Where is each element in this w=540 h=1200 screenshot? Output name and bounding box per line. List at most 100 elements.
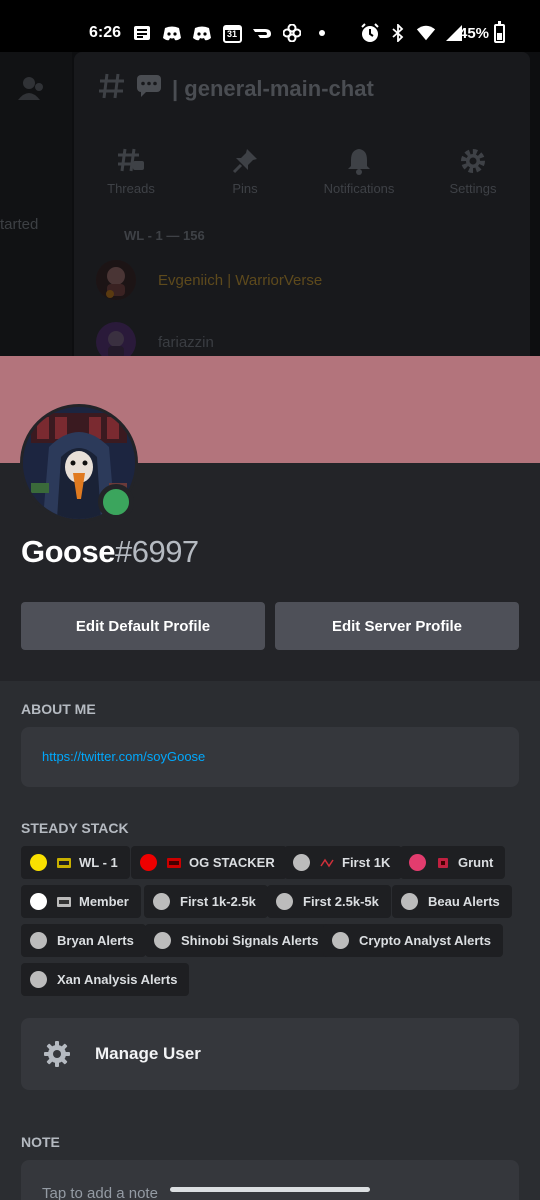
- role-color-dot: [409, 854, 426, 871]
- clock: 6:26: [89, 24, 122, 41]
- role-color-dot: [332, 932, 349, 949]
- role-color-dot: [276, 893, 293, 910]
- background-member-name: fariazzin: [158, 333, 214, 351]
- role-color-dot: [140, 854, 157, 871]
- avatar: [96, 322, 136, 356]
- role-name: Member: [79, 894, 129, 909]
- background-action-label: Notifications: [323, 181, 395, 196]
- calendar-day: 31: [226, 29, 237, 39]
- role-pill[interactable]: Xan Analysis Alerts: [21, 963, 190, 996]
- about-me-title: ABOUT ME: [21, 701, 96, 717]
- background-member-name: Evgeniich | WarriorVerse: [158, 271, 323, 289]
- bluetooth-icon: [388, 23, 408, 43]
- about-me-box: https://twitter.com/soyGoose: [21, 727, 519, 787]
- pin-icon: [231, 147, 259, 175]
- friends-icon: [17, 74, 45, 102]
- battery-icon: [494, 21, 505, 43]
- background-channel-header: | general-main-chat: [98, 72, 374, 105]
- background-left-text: tarted: [0, 216, 39, 233]
- background-action-label: Settings: [449, 181, 497, 196]
- og-badge-icon: [167, 857, 181, 868]
- role-name: WL - 1: [79, 855, 118, 870]
- role-color-dot: [30, 932, 47, 949]
- role-pill[interactable]: Crypto Analyst Alerts: [323, 924, 503, 957]
- about-me-link[interactable]: https://twitter.com/soyGoose: [42, 749, 205, 764]
- background-channel-panel: | general-main-chat Threads Pins Notific…: [74, 52, 530, 356]
- background-channel-name: | general-main-chat: [172, 75, 374, 101]
- member-badge-icon: [57, 896, 71, 907]
- calendar-icon: 31: [222, 23, 242, 43]
- home-indicator[interactable]: [170, 1187, 370, 1192]
- online-status-indicator: [98, 484, 134, 520]
- avatar: [96, 260, 136, 300]
- role-pill[interactable]: Beau Alerts: [392, 885, 512, 918]
- role-name: Shinobi Signals Alerts: [181, 933, 319, 948]
- gear-icon: [43, 1040, 71, 1068]
- role-name: Grunt: [458, 855, 494, 870]
- role-name: Beau Alerts: [428, 894, 500, 909]
- battery-percent: 45%: [459, 25, 490, 42]
- grunt-badge-icon: [436, 857, 450, 868]
- role-name: First 2.5k-5k: [303, 894, 379, 909]
- role-color-dot: [30, 893, 47, 910]
- channel-name-text: general-main-chat: [184, 75, 374, 101]
- gear-icon: [459, 147, 487, 175]
- background-action-label: Pins: [232, 181, 258, 196]
- role-pill[interactable]: WL - 1: [21, 846, 130, 879]
- role-name: Bryan Alerts: [57, 933, 134, 948]
- role-color-dot: [30, 854, 47, 871]
- manage-user-button[interactable]: Manage User: [21, 1018, 519, 1090]
- background-member: Evgeniich | WarriorVerse: [96, 260, 322, 300]
- role-pill[interactable]: OG STACKER: [131, 846, 287, 879]
- background-app: tarted | general-main-chat Threads Pins …: [0, 52, 540, 356]
- roles-title: STEADY STACK: [21, 820, 129, 836]
- chat-bubble-icon: [136, 74, 162, 103]
- channel-hash-icon: [98, 72, 126, 105]
- status-bar: 6:26 31 45%: [0, 0, 540, 52]
- background-action-settings: Settings: [416, 147, 530, 196]
- background-action-label: Threads: [107, 181, 155, 196]
- note-title: NOTE: [21, 1134, 60, 1150]
- role-pill[interactable]: Bryan Alerts: [21, 924, 146, 957]
- bell-icon: [345, 147, 373, 175]
- role-pill[interactable]: First 1K: [284, 846, 403, 879]
- role-color-dot: [401, 893, 418, 910]
- edit-default-profile-button[interactable]: Edit Default Profile: [21, 602, 265, 650]
- pinwheel-icon: [282, 23, 302, 43]
- role-name: Xan Analysis Alerts: [57, 972, 178, 987]
- wl-badge-icon: [57, 857, 71, 868]
- role-color-dot: [154, 932, 171, 949]
- profile-username: Goose#6997: [21, 534, 199, 570]
- edit-server-profile-button[interactable]: Edit Server Profile: [275, 602, 519, 650]
- doordash-icon: [252, 23, 272, 43]
- role-name: Crypto Analyst Alerts: [359, 933, 491, 948]
- role-pill[interactable]: First 1k-2.5k: [144, 885, 268, 918]
- background-sidebar: tarted: [0, 52, 72, 356]
- note-box: [21, 1160, 519, 1200]
- role-pill[interactable]: Grunt: [400, 846, 506, 879]
- role-pill[interactable]: First 2.5k-5k: [267, 885, 391, 918]
- discord-icon: [192, 23, 212, 43]
- manage-user-label: Manage User: [95, 1044, 201, 1063]
- background-member: fariazzin: [96, 322, 214, 356]
- background-channel-actions: Threads Pins Notifications Settings: [74, 147, 530, 196]
- discord-icon: [162, 23, 182, 43]
- role-color-dot: [30, 971, 47, 988]
- role-pill[interactable]: Shinobi Signals Alerts: [145, 924, 331, 957]
- role-color-dot: [153, 893, 170, 910]
- dot-icon: [312, 23, 332, 43]
- role-name: First 1K: [342, 855, 391, 870]
- discriminator: #6997: [114, 534, 199, 569]
- role-name: First 1k-2.5k: [180, 894, 256, 909]
- role-pill[interactable]: Member: [21, 885, 141, 918]
- role-color-dot: [293, 854, 310, 871]
- background-action-notifications: Notifications: [302, 147, 416, 196]
- 1k-badge-icon: [320, 858, 334, 868]
- background-action-threads: Threads: [74, 147, 188, 196]
- role-name: OG STACKER: [189, 855, 275, 870]
- username: Goose: [21, 534, 115, 569]
- wifi-icon: [416, 23, 436, 43]
- threads-icon: [117, 147, 145, 175]
- background-action-pins: Pins: [188, 147, 302, 196]
- alarm-icon: [360, 23, 380, 43]
